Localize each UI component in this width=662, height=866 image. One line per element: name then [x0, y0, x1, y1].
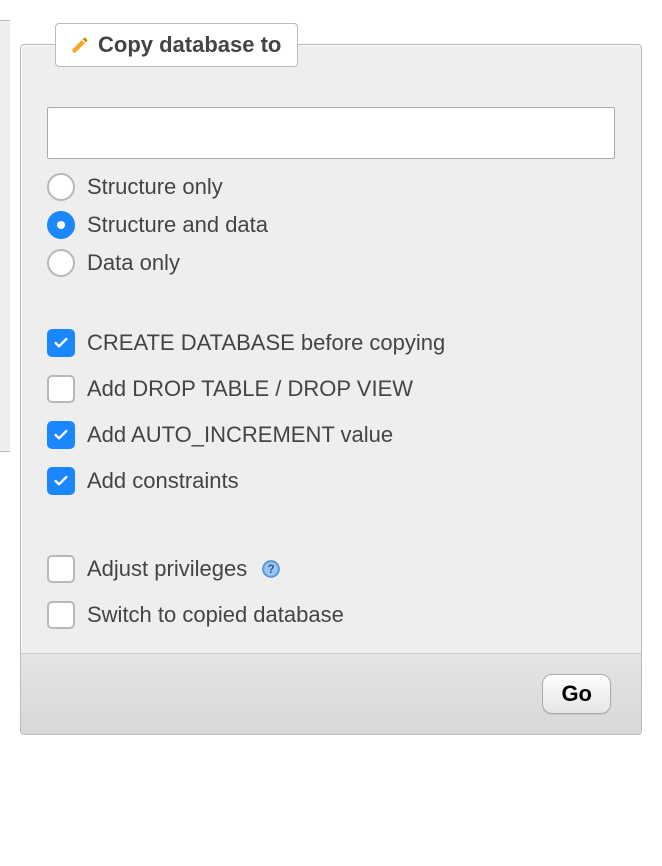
panel-title: Copy database to — [98, 32, 281, 58]
pencil-icon — [70, 35, 90, 55]
radio-structure-only[interactable] — [47, 173, 75, 201]
checkbox-add-constraints[interactable] — [47, 467, 75, 495]
help-icon[interactable]: ? — [261, 559, 281, 579]
radio-label-data-only[interactable]: Data only — [87, 250, 180, 276]
adjacent-panel-edge — [0, 20, 10, 452]
go-button[interactable]: Go — [542, 674, 611, 714]
checkbox-auto-increment[interactable] — [47, 421, 75, 449]
svg-text:?: ? — [268, 563, 275, 576]
panel-content: Structure only Structure and data Data o… — [21, 45, 641, 629]
panel-legend: Copy database to — [55, 23, 298, 67]
radio-structure-and-data[interactable] — [47, 211, 75, 239]
checkbox-label-adjust-privileges[interactable]: Adjust privileges — [87, 556, 247, 582]
checkbox-label-switch-to-copied[interactable]: Switch to copied database — [87, 602, 344, 628]
panel-footer: Go — [21, 653, 641, 734]
radio-label-structure-and-data[interactable]: Structure and data — [87, 212, 268, 238]
radio-data-only[interactable] — [47, 249, 75, 277]
checkbox-create-db[interactable] — [47, 329, 75, 357]
copy-database-panel: Copy database to Structure only Structur… — [20, 44, 642, 735]
checkbox-adjust-privileges[interactable] — [47, 555, 75, 583]
radio-label-structure-only[interactable]: Structure only — [87, 174, 223, 200]
checkbox-switch-to-copied[interactable] — [47, 601, 75, 629]
checkbox-label-create-db[interactable]: CREATE DATABASE before copying — [87, 330, 445, 356]
copy-mode-radios: Structure only Structure and data Data o… — [47, 173, 615, 277]
database-name-input[interactable] — [47, 107, 615, 159]
checkbox-label-drop-table[interactable]: Add DROP TABLE / DROP VIEW — [87, 376, 413, 402]
checkbox-label-add-constraints[interactable]: Add constraints — [87, 468, 239, 494]
checkbox-label-auto-increment[interactable]: Add AUTO_INCREMENT value — [87, 422, 393, 448]
checkbox-drop-table[interactable] — [47, 375, 75, 403]
